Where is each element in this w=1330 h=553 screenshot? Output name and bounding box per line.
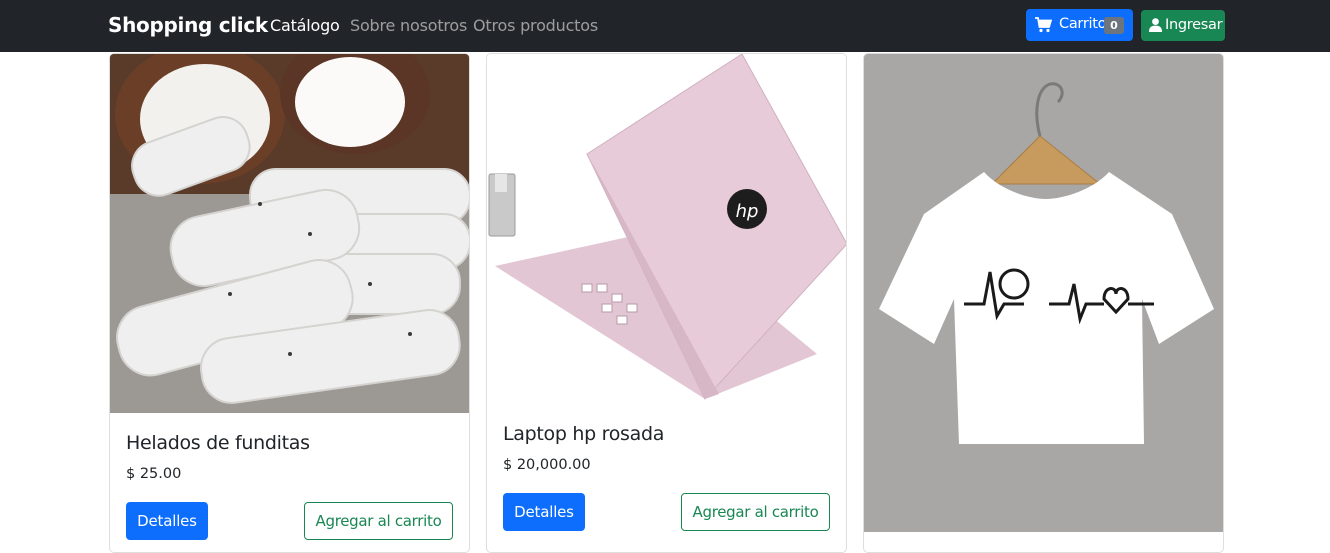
- cart-label: Carrito: [1059, 16, 1107, 32]
- cart-button[interactable]: Carrito 0: [1026, 9, 1133, 41]
- product-card: [863, 53, 1224, 553]
- user-icon: [1149, 18, 1162, 32]
- product-card: Helados de funditas $ 25.00 Detalles Agr…: [109, 53, 470, 553]
- login-label: Ingresar: [1165, 17, 1223, 33]
- cart-count-badge: 0: [1104, 17, 1124, 34]
- product-title: Laptop hp rosada: [503, 423, 665, 445]
- nav-link-sobre-nosotros[interactable]: Sobre nosotros: [350, 16, 467, 35]
- product-image: [864, 54, 1223, 532]
- product-image: [110, 54, 469, 413]
- brand-logo[interactable]: Shopping click: [108, 13, 268, 37]
- product-title: Helados de funditas: [126, 432, 310, 454]
- nav-link-otros-productos[interactable]: Otros productos: [473, 16, 598, 35]
- svg-text:hp: hp: [736, 201, 759, 222]
- add-to-cart-button[interactable]: Agregar al carrito: [681, 493, 830, 531]
- details-button[interactable]: Detalles: [126, 502, 208, 540]
- cart-icon: [1035, 17, 1052, 33]
- login-button[interactable]: Ingresar: [1141, 10, 1225, 41]
- product-card: hp Laptop hp rosada $ 20,000.00 Detalles…: [486, 53, 847, 553]
- nav-link-catalogo[interactable]: Catálogo: [270, 16, 340, 35]
- product-image: hp: [487, 54, 846, 404]
- details-button[interactable]: Detalles: [503, 493, 585, 531]
- navbar: Shopping click Catálogo Sobre nosotros O…: [0, 0, 1330, 52]
- product-price: $ 20,000.00: [503, 457, 591, 473]
- product-price: $ 25.00: [126, 466, 182, 482]
- add-to-cart-button[interactable]: Agregar al carrito: [304, 502, 453, 540]
